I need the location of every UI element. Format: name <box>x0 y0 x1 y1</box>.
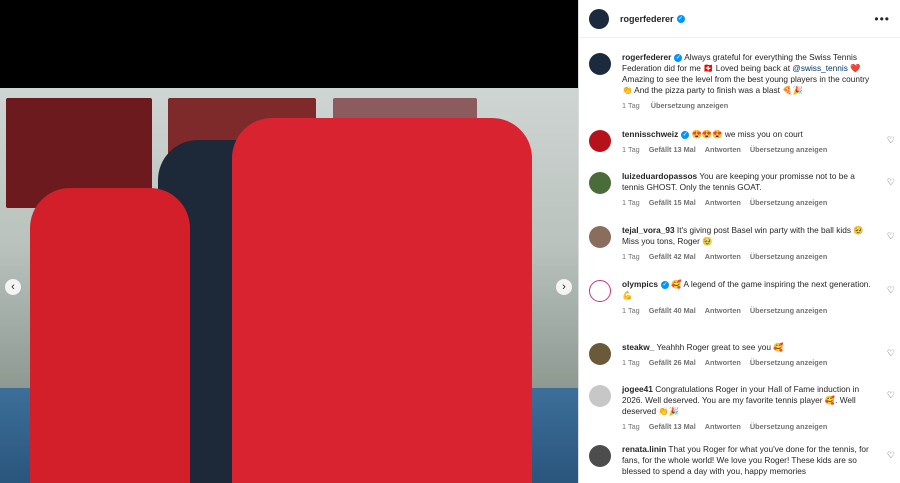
person-kid-center <box>232 118 532 483</box>
commenter-avatar[interactable] <box>589 226 611 248</box>
likes-count[interactable]: Gefällt 15 Mal <box>649 198 696 207</box>
post-view: ‹ › rogerfederer ✓ ••• rogerfederer ✓ Alw… <box>0 0 900 483</box>
commenter-username[interactable]: tejal_vora_93 <box>622 225 675 235</box>
translate-link[interactable]: Übersetzung anzeigen <box>750 358 827 367</box>
caption: rogerfederer ✓ Always grateful for everyt… <box>589 52 895 110</box>
like-heart-icon[interactable]: ♡ <box>887 177 895 188</box>
author-username[interactable]: rogerfederer <box>622 52 671 62</box>
commenter-avatar[interactable] <box>589 280 611 302</box>
commenter-username[interactable]: renata.linin <box>622 444 666 454</box>
prev-media-button[interactable]: ‹ <box>5 279 21 295</box>
timestamp[interactable]: 1 Tag <box>622 306 640 315</box>
post-header: rogerfederer ✓ ••• <box>579 0 900 38</box>
translate-link[interactable]: Übersetzung anzeigen <box>750 198 827 207</box>
timestamp[interactable]: 1 Tag <box>622 358 640 367</box>
commenter-username[interactable]: olympics <box>622 279 658 289</box>
timestamp[interactable]: 1 Tag <box>622 252 640 261</box>
comment-item: renata.linin That you Roger for what you… <box>589 444 895 477</box>
comment-item: luizeduardopassos You are keeping your p… <box>589 171 895 207</box>
verified-badge-icon: ✓ <box>660 280 669 289</box>
likes-count[interactable]: Gefällt 13 Mal <box>649 422 696 431</box>
person-kid-left <box>30 188 190 483</box>
timestamp[interactable]: 1 Tag <box>622 145 640 154</box>
likes-count[interactable]: Gefällt 42 Mal <box>649 252 696 261</box>
author-username[interactable]: rogerfederer <box>620 14 674 24</box>
reply-button[interactable]: Antworten <box>705 358 741 367</box>
comment-item: tejal_vora_93 It's giving post Basel win… <box>589 225 895 261</box>
like-heart-icon[interactable]: ♡ <box>887 450 895 461</box>
commenter-avatar[interactable] <box>589 130 611 152</box>
like-heart-icon[interactable]: ♡ <box>887 348 895 359</box>
commenter-avatar[interactable] <box>589 343 611 365</box>
timestamp[interactable]: 1 Tag <box>622 101 640 110</box>
like-heart-icon[interactable]: ♡ <box>887 231 895 242</box>
reply-button[interactable]: Antworten <box>705 145 741 154</box>
more-options-icon[interactable]: ••• <box>874 12 890 26</box>
likes-count[interactable]: Gefällt 40 Mal <box>649 306 696 315</box>
reply-button[interactable]: Antworten <box>705 422 741 431</box>
reply-button[interactable]: Antworten <box>705 252 741 261</box>
comment-item: jogee41 Congratulations Roger in your Ha… <box>589 384 895 431</box>
commenter-username[interactable]: steakw_ <box>622 342 654 352</box>
comment-text: Yeahhh Roger great to see you 🥰 <box>656 342 784 352</box>
post-media[interactable]: ‹ › <box>0 0 578 483</box>
comment-item: steakw_ Yeahhh Roger great to see you 🥰 1… <box>589 342 895 367</box>
likes-count[interactable]: Gefällt 26 Mal <box>649 358 696 367</box>
commenter-username[interactable]: tennisschweiz <box>622 129 678 139</box>
translate-link[interactable]: Übersetzung anzeigen <box>750 422 827 431</box>
likes-count[interactable]: Gefällt 13 Mal <box>649 145 696 154</box>
next-media-button[interactable]: › <box>556 279 572 295</box>
author-avatar[interactable] <box>589 8 609 29</box>
comments-panel: rogerfederer ✓ ••• rogerfederer ✓ Always … <box>578 0 900 483</box>
commenter-avatar[interactable] <box>589 172 611 194</box>
verified-badge-icon: ✓ <box>676 14 685 23</box>
post-photo <box>0 88 578 483</box>
author-avatar[interactable] <box>589 53 611 75</box>
comment-text: 😍😍😍 we miss you on court <box>691 129 803 139</box>
verified-badge-icon: ✓ <box>674 53 683 62</box>
like-heart-icon[interactable]: ♡ <box>887 390 895 401</box>
translate-link[interactable]: Übersetzung anzeigen <box>750 306 827 315</box>
translate-link[interactable]: Übersetzung anzeigen <box>750 252 827 261</box>
timestamp[interactable]: 1 Tag <box>622 198 640 207</box>
commenter-avatar[interactable] <box>589 445 611 467</box>
verified-badge-icon: ✓ <box>681 130 690 139</box>
commenter-username[interactable]: jogee41 <box>622 384 653 394</box>
timestamp[interactable]: 1 Tag <box>622 422 640 431</box>
comment-text: Congratulations Roger in your Hall of Fa… <box>622 384 860 416</box>
translate-link[interactable]: Übersetzung anzeigen <box>651 101 728 110</box>
like-heart-icon[interactable]: ♡ <box>887 285 895 296</box>
like-heart-icon[interactable]: ♡ <box>887 135 895 146</box>
comment-item: tennisschweiz ✓ 😍😍😍 we miss you on court 1… <box>589 129 895 154</box>
commenter-avatar[interactable] <box>589 385 611 407</box>
translate-link[interactable]: Übersetzung anzeigen <box>750 145 827 154</box>
reply-button[interactable]: Antworten <box>705 198 741 207</box>
reply-button[interactable]: Antworten <box>705 306 741 315</box>
comment-text: 🥰 A legend of the game inspiring the nex… <box>622 279 871 300</box>
commenter-username[interactable]: luizeduardopassos <box>622 171 697 181</box>
mention-link[interactable]: @swiss_tennis <box>792 63 847 73</box>
comment-item: olympics ✓ 🥰 A legend of the game inspiri… <box>589 279 895 315</box>
